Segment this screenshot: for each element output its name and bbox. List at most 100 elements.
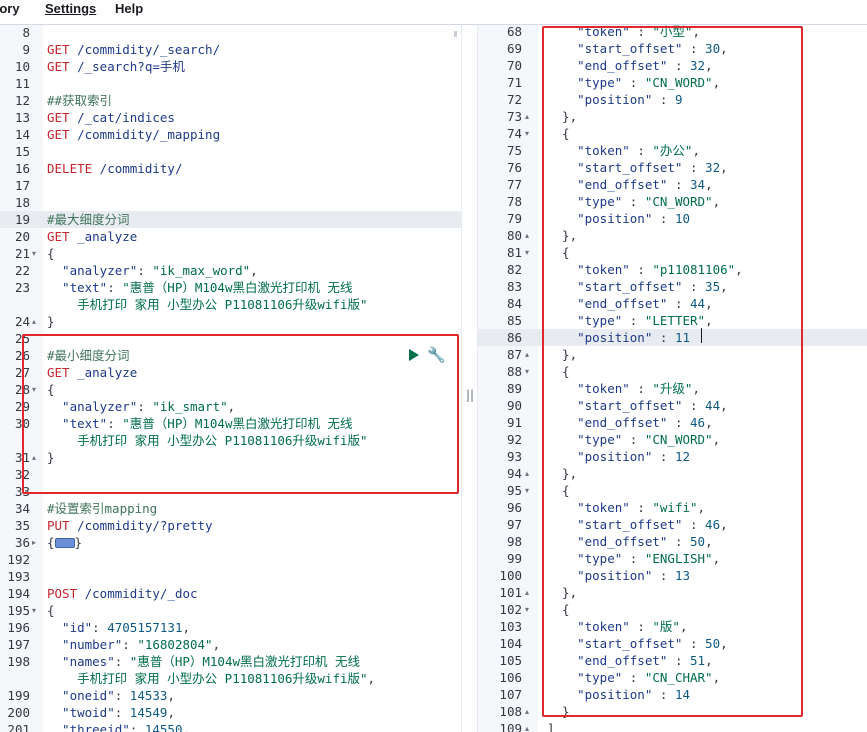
code-line[interactable]: 199 "oneid": 14533, xyxy=(0,687,461,704)
code-line[interactable]: 84 "end_offset" : 44, xyxy=(478,295,867,312)
fold-toggle-icon[interactable]: ▴ xyxy=(525,346,529,363)
code-line[interactable]: 78 "type" : "CN_WORD", xyxy=(478,193,867,210)
play-icon[interactable] xyxy=(409,349,419,361)
code-line[interactable]: 18 xyxy=(0,194,461,211)
code-line[interactable]: 97 "start_offset" : 46, xyxy=(478,516,867,533)
code-line[interactable]: 68 "token" : "小型", xyxy=(478,25,867,40)
fold-toggle-icon[interactable]: ▾ xyxy=(525,125,529,142)
code-line[interactable]: 81 ▾ { xyxy=(478,244,867,261)
fold-toggle-icon[interactable]: ▸ xyxy=(32,534,36,551)
code-line[interactable]: 200 "twoid": 14549, xyxy=(0,704,461,721)
fold-toggle-icon[interactable]: ▴ xyxy=(525,720,529,732)
code-line[interactable]: 95 ▾ { xyxy=(478,482,867,499)
code-line[interactable]: 108 ▴ } xyxy=(478,703,867,720)
code-line[interactable]: 91 "end_offset" : 46, xyxy=(478,414,867,431)
code-line[interactable]: 105 "end_offset" : 51, xyxy=(478,652,867,669)
fold-toggle-icon[interactable]: ▾ xyxy=(32,245,36,262)
code-line[interactable]: 27 GET _analyze xyxy=(0,364,461,381)
code-line[interactable]: 29 "analyzer": "ik_smart", xyxy=(0,398,461,415)
code-line[interactable]: 196 "id": 4705157131, xyxy=(0,619,461,636)
code-line[interactable]: 82 "token" : "p11081106", xyxy=(478,261,867,278)
code-line[interactable]: 25 xyxy=(0,330,461,347)
code-line[interactable]: 93 "position" : 12 xyxy=(478,448,867,465)
code-line[interactable]: 75 "token" : "办公", xyxy=(478,142,867,159)
menu-help[interactable]: Help xyxy=(115,1,143,16)
wrench-icon[interactable]: 🔧 xyxy=(427,346,446,364)
code-line[interactable]: 98 "end_offset" : 50, xyxy=(478,533,867,550)
code-line[interactable]: 102 ▾ { xyxy=(478,601,867,618)
code-line[interactable]: 手机打印 家用 小型办公 P11081106升级wifi版" xyxy=(0,432,461,449)
code-line[interactable]: 13 GET /_cat/indices xyxy=(0,109,461,126)
code-line[interactable]: 手机打印 家用 小型办公 P11081106升级wifi版" xyxy=(0,296,461,313)
code-line[interactable]: 101 ▴ }, xyxy=(478,584,867,601)
fold-toggle-icon[interactable]: ▴ xyxy=(32,449,36,466)
response-viewer[interactable]: 68 "token" : "小型", 69 "start_offset" : 30… xyxy=(478,25,867,732)
fold-toggle-icon[interactable]: ▾ xyxy=(525,363,529,380)
code-line[interactable]: 104 "start_offset" : 50, xyxy=(478,635,867,652)
code-line[interactable]: 80 ▴ }, xyxy=(478,227,867,244)
code-line[interactable]: 89 "token" : "升级", xyxy=(478,380,867,397)
fold-toggle-icon[interactable]: ▾ xyxy=(525,482,529,499)
code-line[interactable]: 35 PUT /commidity/?pretty xyxy=(0,517,461,534)
code-line[interactable]: 20 GET _analyze xyxy=(0,228,461,245)
code-line[interactable]: 26 #最小细度分词 xyxy=(0,347,461,364)
fold-toggle-icon[interactable]: ▴ xyxy=(525,108,529,125)
code-line[interactable]: 96 "token" : "wifi", xyxy=(478,499,867,516)
code-line[interactable]: 88 ▾ { xyxy=(478,363,867,380)
code-line[interactable]: 99 "type" : "ENGLISH", xyxy=(478,550,867,567)
code-line[interactable]: 201 "threeid": 14550, xyxy=(0,721,461,732)
code-line[interactable]: 92 "type" : "CN_WORD", xyxy=(478,431,867,448)
code-line[interactable]: 195 ▾ { xyxy=(0,602,461,619)
code-line[interactable]: 14 GET /commidity/_mapping xyxy=(0,126,461,143)
code-line[interactable]: 9 GET /commidity/_search/ xyxy=(0,41,461,58)
code-line[interactable]: 19 #最大细度分词 xyxy=(0,211,461,228)
fold-toggle-icon[interactable]: ▴ xyxy=(32,313,36,330)
code-line[interactable]: 33 xyxy=(0,483,461,500)
code-line[interactable]: 193 xyxy=(0,568,461,585)
code-line[interactable]: 24 ▴} xyxy=(0,313,461,330)
code-line[interactable]: 11 xyxy=(0,75,461,92)
code-line[interactable]: 16 DELETE /commidity/ xyxy=(0,160,461,177)
code-line[interactable]: 28 ▾ { xyxy=(0,381,461,398)
code-line[interactable]: 79 "position" : 10 xyxy=(478,210,867,227)
fold-toggle-icon[interactable]: ▴ xyxy=(525,227,529,244)
fold-toggle-icon[interactable]: ▾ xyxy=(32,381,36,398)
pane-splitter[interactable]: || xyxy=(461,25,478,732)
code-line[interactable]: 手机打印 家用 小型办公 P11081106升级wifi版", xyxy=(0,670,461,687)
code-line[interactable]: 107 "position" : 14 xyxy=(478,686,867,703)
code-line[interactable]: 192 xyxy=(0,551,461,568)
code-line[interactable]: 103 "token" : "版", xyxy=(478,618,867,635)
fold-toggle-icon[interactable]: ▾ xyxy=(525,601,529,618)
fold-toggle-icon[interactable]: ▾ xyxy=(32,602,36,619)
fold-toggle-icon[interactable]: ▾ xyxy=(525,244,529,261)
folded-block-icon[interactable] xyxy=(54,538,75,548)
code-line[interactable]: 17 xyxy=(0,177,461,194)
code-line[interactable]: 90 "start_offset" : 44, xyxy=(478,397,867,414)
code-line[interactable]: 31 ▴} xyxy=(0,449,461,466)
code-line[interactable]: 194 POST /commidity/_doc xyxy=(0,585,461,602)
code-line[interactable]: 70 "end_offset" : 32, xyxy=(478,57,867,74)
fold-toggle-icon[interactable]: ▴ xyxy=(525,703,529,720)
code-line[interactable]: 22 "analyzer": "ik_max_word", xyxy=(0,262,461,279)
code-line[interactable]: 8 xyxy=(0,25,461,41)
code-line[interactable]: 72 "position" : 9 xyxy=(478,91,867,108)
code-line[interactable]: 100 "position" : 13 xyxy=(478,567,867,584)
code-line[interactable]: 76 "start_offset" : 32, xyxy=(478,159,867,176)
code-line[interactable]: 94 ▴ }, xyxy=(478,465,867,482)
code-line[interactable]: 198 "names": "惠普（HP）M104w黑白激光打印机 无线 xyxy=(0,653,461,670)
code-line[interactable]: 34 #设置索引mapping xyxy=(0,500,461,517)
request-editor[interactable]: 8 9 GET /commidity/_search/10 GET /_search?… xyxy=(0,25,461,732)
code-line[interactable]: 197 "number": "16802804", xyxy=(0,636,461,653)
code-line[interactable]: 85 "type" : "LETTER", xyxy=(478,312,867,329)
code-line[interactable]: 77 "end_offset" : 34, xyxy=(478,176,867,193)
code-line[interactable]: 71 "type" : "CN_WORD", xyxy=(478,74,867,91)
code-line[interactable]: 69 "start_offset" : 30, xyxy=(478,40,867,57)
splitter-handle-icon[interactable]: || xyxy=(466,388,474,402)
menu-settings[interactable]: Settings xyxy=(45,1,96,16)
code-line[interactable]: 83 "start_offset" : 35, xyxy=(478,278,867,295)
request-scroll-indicator[interactable] xyxy=(454,31,457,37)
code-line[interactable]: 73 ▴ }, xyxy=(478,108,867,125)
code-line[interactable]: 86 "position" : 11 xyxy=(478,329,867,346)
code-line[interactable]: 36 ▸ {} xyxy=(0,534,461,551)
code-line[interactable]: 15 xyxy=(0,143,461,160)
